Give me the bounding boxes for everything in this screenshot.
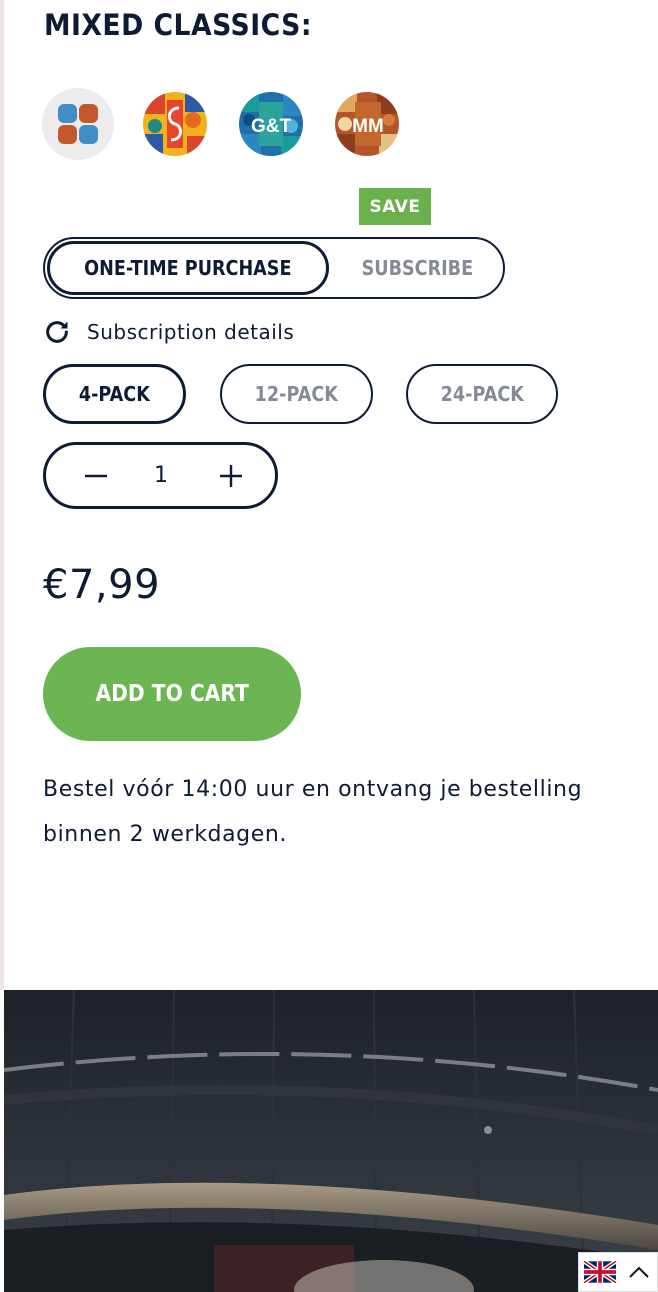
hero-photo [4,990,658,1292]
gt-swatch-icon: G&T [239,92,303,156]
subscription-details-label: Subscription details [87,320,295,344]
pack-label: 12-PACK [254,382,339,406]
page-edge [0,0,4,990]
subscription-details-link[interactable]: Subscription details [43,318,294,346]
purchase-type-toggle: ONE-TIME PURCHASE SUBSCRIBE [43,237,505,299]
increase-quantity-button[interactable] [201,445,261,506]
refresh-icon [46,321,68,343]
add-to-cart-button[interactable]: ADD TO CART [43,647,301,741]
hero-image [4,990,658,1292]
pack-label: 24-PACK [440,382,524,406]
quantity-value[interactable]: 1 [136,445,186,506]
svg-text:G&T: G&T [251,116,292,137]
uk-flag-icon [584,1261,616,1283]
pack-option-12[interactable]: 12-PACK [220,364,373,424]
product-price: €7,99 [43,562,161,608]
pack-option-24[interactable]: 24-PACK [406,364,558,424]
mm-swatch-icon: MM [335,92,399,156]
subscribe-label: SUBSCRIBE [361,256,473,280]
variant-swatch-s[interactable] [141,90,209,158]
svg-text:MM: MM [352,116,384,137]
s-swatch-icon [143,92,207,156]
one-time-purchase-option[interactable]: ONE-TIME PURCHASE [47,241,329,295]
chevron-up-icon [629,1266,649,1278]
add-to-cart-label: ADD TO CART [95,681,249,707]
mixed-classics-swatch-icon [58,104,98,144]
delivery-note: Bestel vóór 14:00 uur en ontvang je best… [43,777,583,847]
variant-swatch-mm[interactable]: MM [333,90,401,158]
minus-icon [85,474,107,477]
one-time-purchase-label: ONE-TIME PURCHASE [84,256,292,280]
variant-swatch-mixed-classics[interactable] [42,88,114,160]
pack-option-4[interactable]: 4-PACK [43,364,186,424]
variant-swatch-gt[interactable]: G&T [237,90,305,158]
language-switcher[interactable] [578,1252,658,1292]
variant-heading: MIXED CLASSICS: [44,8,312,42]
save-badge: SAVE [359,188,431,225]
quantity-stepper: 1 [43,442,278,509]
plus-icon [220,464,242,487]
pack-label: 4-PACK [78,382,151,406]
decrease-quantity-button[interactable] [66,445,126,506]
subscribe-option[interactable]: SUBSCRIBE [333,241,501,295]
